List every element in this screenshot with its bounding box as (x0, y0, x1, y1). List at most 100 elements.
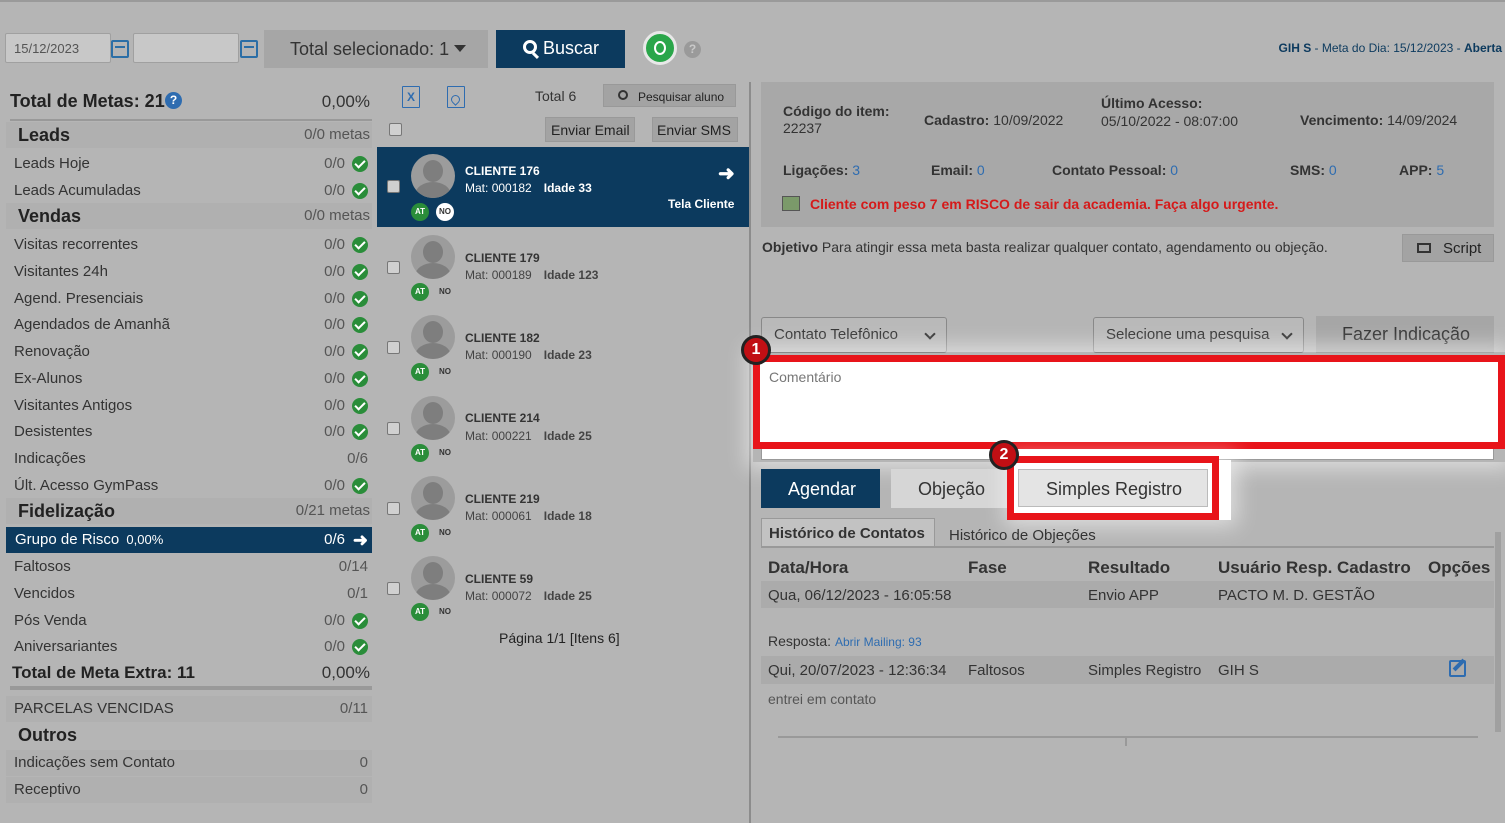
pdf-export-icon[interactable] (447, 86, 465, 108)
search-icon (618, 90, 628, 100)
select-all-checkbox[interactable] (389, 123, 402, 136)
check-icon (352, 317, 368, 333)
sidebar-item-renovacao[interactable]: Renovação 0/0 (6, 339, 372, 365)
client-card[interactable]: AT NO CLIENTE 59 Mat: 000072 Idade 25 (377, 548, 749, 628)
ultimo-acesso: Último Acesso: 05/10/2022 - 08:07:00 (1101, 95, 1239, 129)
sms-count: SMS: 0 (1290, 162, 1337, 178)
client-checkbox[interactable] (387, 502, 400, 515)
sidebar-item-indicacoes-sem-contato[interactable]: Indicações sem Contato 0 (6, 750, 372, 776)
tab-historico-objecoes[interactable]: Histórico de Objeções (949, 527, 1096, 544)
col-opcoes: Opções (1428, 558, 1491, 577)
objetivo-line: Objetivo Para atingir essa meta basta re… (762, 239, 1328, 255)
section-vendas[interactable]: Vendas 0/0 metas (6, 203, 372, 229)
arrow-right-icon[interactable]: ➜ (718, 161, 735, 186)
sidebar-item-pos-venda[interactable]: Pós Venda 0/0 (6, 608, 372, 634)
help-icon[interactable]: ? (165, 92, 182, 109)
check-icon (352, 264, 368, 280)
client-detail-panel: Código do item: 22237 Cadastro: 10/09/20… (741, 82, 1505, 823)
vencimento: Vencimento: 14/09/2024 (1300, 112, 1458, 128)
status-badge-at: AT (411, 524, 429, 542)
arrow-right-icon: ➜ (352, 530, 368, 550)
calendar-icon[interactable] (240, 40, 258, 58)
agendar-button[interactable]: Agendar (761, 469, 880, 508)
status-badge-at: AT (411, 444, 429, 462)
sidebar-item-agendados-amanha[interactable]: Agendados de Amanhã 0/0 (6, 312, 372, 338)
tab-historico-contatos[interactable]: Histórico de Contatos (761, 518, 935, 546)
sidebar-item-leads-acumuladas[interactable]: Leads Acumuladas 0/0 (6, 178, 372, 204)
sidebar-item-ult-acesso-gympass[interactable]: Últ. Acesso GymPass 0/0 (6, 473, 372, 499)
total-selecionado-label: Total selecionado: 1 (290, 39, 450, 59)
client-name: CLIENTE 179 (465, 251, 540, 265)
check-icon (352, 371, 368, 387)
simples-registro-button[interactable]: Simples Registro (1018, 469, 1208, 507)
total-selecionado-dropdown[interactable]: Total selecionado: 1 (264, 30, 488, 68)
sidebar-item-parcelas-vencidas[interactable]: PARCELAS VENCIDAS 0/11 (6, 696, 372, 722)
client-card[interactable]: AT NO CLIENTE 179 Mat: 000189 Idade 123 (377, 227, 749, 307)
check-icon (352, 613, 368, 629)
pesquisa-select[interactable]: Selecione uma pesquisa (1093, 317, 1304, 353)
enviar-sms-button[interactable]: Enviar SMS (652, 117, 738, 142)
sidebar-item-indicacoes[interactable]: Indicações 0/6 (6, 446, 372, 472)
client-checkbox[interactable] (387, 341, 400, 354)
client-checkbox[interactable] (387, 180, 400, 193)
check-icon (352, 183, 368, 199)
script-button[interactable]: Script (1402, 234, 1494, 262)
client-card[interactable]: AT NO CLIENTE 219 Mat: 000061 Idade 18 (377, 468, 749, 548)
sidebar-item-ex-alunos[interactable]: Ex-Alunos 0/0 (6, 366, 372, 392)
section-outros[interactable]: Outros (6, 722, 372, 748)
fazer-indicacao-button[interactable]: Fazer Indicação (1316, 316, 1494, 353)
sidebar-item-desistentes[interactable]: Desistentes 0/0 (6, 419, 372, 445)
excel-export-icon[interactable]: X (402, 86, 420, 108)
help-icon[interactable]: ? (684, 41, 701, 58)
sidebar-item-vencidos[interactable]: Vencidos 0/1 (6, 581, 372, 607)
client-card[interactable]: AT NO CLIENTE 182 Mat: 000190 Idade 23 (377, 307, 749, 387)
avatar (411, 556, 455, 600)
whatsapp-icon[interactable] (643, 31, 677, 65)
meta-extra-title: Total de Meta Extra: 11 (12, 663, 195, 682)
sidebar-item-faltosos[interactable]: Faltosos 0/14 (6, 554, 372, 580)
ligacoes-count: Ligações: 3 (783, 162, 861, 178)
calendar-icon[interactable] (111, 40, 129, 58)
client-card[interactable]: AT NO CLIENTE 176 Mat: 000182 Idade 33 ➜ … (377, 147, 749, 227)
client-card[interactable]: AT NO CLIENTE 214 Mat: 000221 Idade 25 (377, 388, 749, 468)
sidebar-item-agend-presenciais[interactable]: Agend. Presenciais 0/0 (6, 286, 372, 312)
section-leads[interactable]: Leads 0/0 metas (6, 122, 372, 148)
date-end-input[interactable] (133, 33, 239, 63)
sidebar-item-visitas-recorrentes[interactable]: Visitas recorrentes 0/0 (6, 232, 372, 258)
pesquisar-aluno-button[interactable]: Pesquisar aluno (603, 84, 736, 107)
comentario-input[interactable]: Comentário (769, 369, 841, 385)
sidebar-item-leads-hoje[interactable]: Leads Hoje 0/0 (6, 151, 372, 177)
status-badge-no: NO (439, 528, 451, 537)
status-badge-at: AT (411, 603, 429, 621)
col-usuario: Usuário Resp. Cadastro (1218, 558, 1411, 577)
tela-cliente-link[interactable]: Tela Cliente (668, 197, 734, 211)
scrollbar[interactable] (1495, 532, 1501, 732)
sidebar-item-aniversariantes[interactable]: Aniversariantes 0/0 (6, 634, 372, 660)
section-fidelizacao[interactable]: Fidelização 0/21 metas (6, 498, 372, 524)
enviar-email-button[interactable]: Enviar Email (545, 117, 635, 142)
sidebar-item-receptivo[interactable]: Receptivo 0 (6, 777, 372, 803)
client-info-box: Código do item: 22237 Cadastro: 10/09/20… (761, 82, 1494, 227)
status-badge-no: NO (439, 448, 451, 457)
client-checkbox[interactable] (387, 582, 400, 595)
meta-dia-status: GIH S - Meta do Dia: 15/12/2023 - Aberta (1200, 41, 1502, 55)
status-badge-no: NO (436, 203, 454, 221)
client-name: CLIENTE 176 (465, 164, 540, 178)
client-checkbox[interactable] (387, 261, 400, 274)
contato-tipo-select[interactable]: Contato Telefônico (761, 317, 947, 353)
date-start-input[interactable]: 15/12/2023 (5, 33, 111, 63)
sidebar-item-visitantes-antigos[interactable]: Visitantes Antigos 0/0 (6, 393, 372, 419)
buscar-button[interactable]: Buscar (496, 30, 625, 68)
status-state: Aberta (1463, 41, 1502, 55)
client-checkbox[interactable] (387, 422, 400, 435)
objecao-button[interactable]: Objeção (891, 469, 1011, 508)
sidebar-item-visitantes-24h[interactable]: Visitantes 24h 0/0 (6, 259, 372, 285)
step-badge-1: 1 (741, 335, 771, 365)
avatar (411, 396, 455, 440)
avatar (411, 476, 455, 520)
sidebar-item-grupo-de-risco[interactable]: Grupo de Risco 0,00% 0/6 ➜ (6, 527, 372, 553)
avatar (411, 154, 455, 198)
edit-icon[interactable] (1449, 658, 1466, 677)
check-icon (352, 639, 368, 655)
check-icon (352, 344, 368, 360)
